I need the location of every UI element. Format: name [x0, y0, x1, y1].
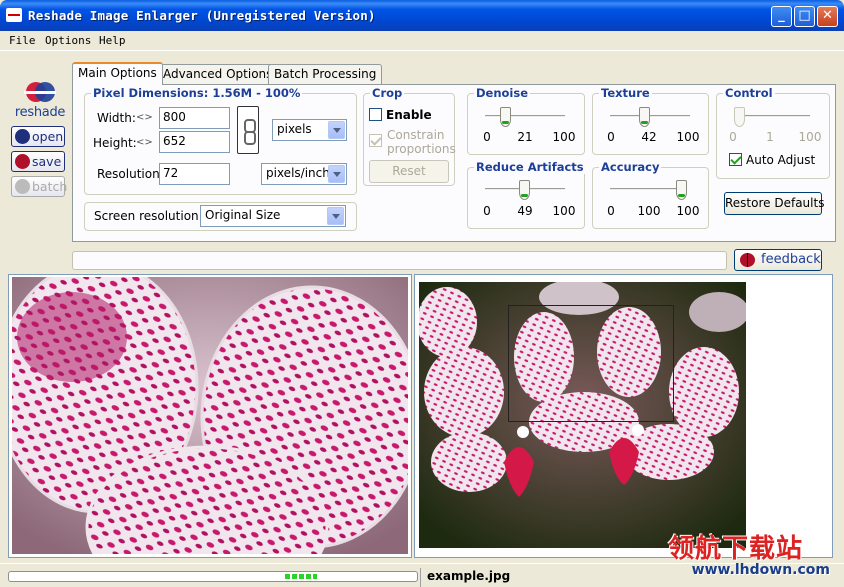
pixel-dimensions-title: Pixel Dimensions: 1.56M - 100%: [91, 86, 303, 100]
auto-adjust-checkbox[interactable]: [729, 153, 742, 166]
ladybug-icon: [740, 253, 755, 267]
accuracy-min: 0: [607, 204, 615, 218]
control-min: 0: [729, 130, 737, 144]
link-chain-icon[interactable]: [237, 106, 259, 154]
site-watermark: 领航下载站 www.lhdown.com: [668, 528, 832, 580]
accuracy-value: 100: [637, 204, 661, 218]
restore-defaults-button[interactable]: Restore Defaults: [724, 192, 824, 215]
control-value: 1: [766, 130, 774, 144]
denoise-title: Denoise: [474, 86, 531, 100]
resolution-unit-value: pixels/inch: [266, 166, 330, 180]
reduce-artifacts-slider[interactable]: [485, 179, 565, 203]
texture-thumb[interactable]: [639, 107, 651, 127]
denoise-max: 100: [552, 130, 576, 144]
feedback-label: feedback: [761, 252, 821, 267]
width-arrows-icon: <>: [136, 112, 153, 123]
resolution-input[interactable]: 72: [159, 163, 230, 185]
accuracy-max: 100: [676, 204, 700, 218]
accuracy-thumb[interactable]: [676, 180, 687, 200]
texture-value: 42: [641, 130, 657, 144]
open-icon: [15, 129, 30, 144]
resolution-unit-select[interactable]: pixels/inch: [261, 163, 347, 185]
height-input[interactable]: 652: [159, 131, 230, 153]
zoomed-orchid-image[interactable]: [12, 277, 408, 554]
tab-batch-processing[interactable]: Batch Processing: [268, 64, 383, 84]
accuracy-title: Accuracy: [599, 160, 662, 174]
denoise-min: 0: [483, 130, 491, 144]
screen-resolution-label: Screen resolution: [94, 209, 199, 223]
maximize-button[interactable]: □: [794, 6, 815, 27]
logo-text: reshade: [14, 105, 66, 120]
pixel-unit-select[interactable]: pixels: [272, 119, 347, 141]
accuracy-slider[interactable]: [610, 179, 687, 203]
chevron-down-icon: [328, 165, 345, 183]
auto-adjust-label: Auto Adjust: [746, 153, 816, 167]
denoise-thumb[interactable]: [499, 107, 511, 127]
denoise-slider[interactable]: [485, 106, 565, 130]
screen-resolution-select[interactable]: Original Size: [200, 205, 346, 227]
reshade-logo-icon: [24, 82, 56, 104]
height-arrows-icon: <>: [136, 137, 153, 148]
tab-main-options[interactable]: Main Options: [72, 62, 163, 85]
progress-indicator: [285, 574, 317, 579]
reduce-artifacts-max: 100: [552, 204, 576, 218]
close-button[interactable]: ✕: [817, 6, 838, 27]
crop-enable-checkbox[interactable]: [369, 108, 382, 121]
constrain-proportions-checkbox[interactable]: [369, 134, 382, 147]
constrain-proportions-label: Constrain proportions: [387, 128, 456, 156]
texture-max: 100: [676, 130, 700, 144]
chevron-down-icon: [327, 207, 344, 225]
texture-slider[interactable]: [610, 106, 690, 130]
height-label: Height:: [93, 136, 137, 150]
status-progress-bar: [8, 571, 418, 582]
title-bar[interactable]: Reshade Image Enlarger (Unregistered Ver…: [0, 0, 844, 31]
feedback-button[interactable]: feedback: [734, 249, 822, 271]
reduce-artifacts-min: 0: [483, 204, 491, 218]
open-label: open: [32, 129, 64, 144]
save-button[interactable]: save: [11, 151, 65, 172]
texture-title: Texture: [599, 86, 652, 100]
menu-bar: File Options Help: [0, 31, 844, 51]
watermark-url: www.lhdown.com: [691, 562, 830, 578]
control-max: 100: [798, 130, 822, 144]
screen-resolution-value: Original Size: [205, 208, 281, 222]
app-icon[interactable]: [6, 8, 22, 22]
progress-bar: [72, 251, 727, 270]
menu-file[interactable]: File: [9, 34, 36, 47]
width-input[interactable]: 800: [159, 107, 230, 129]
control-title: Control: [723, 86, 775, 100]
control-thumb[interactable]: [734, 107, 745, 127]
denoise-track: [485, 115, 565, 118]
save-label: save: [32, 154, 62, 169]
control-slider[interactable]: [734, 106, 810, 130]
reduce-artifacts-value: 49: [517, 204, 533, 218]
batch-button[interactable]: batch: [11, 176, 68, 197]
reshade-logo: reshade: [14, 82, 66, 120]
batch-icon: [15, 179, 30, 194]
minimize-button[interactable]: _: [771, 6, 792, 27]
watermark-main: 领航下载站: [668, 534, 804, 564]
control-track: [734, 115, 810, 118]
crop-enable-label: Enable: [386, 108, 432, 122]
denoise-value: 21: [517, 130, 533, 144]
menu-help[interactable]: Help: [99, 34, 126, 47]
width-label: Width:: [97, 111, 136, 125]
crop-title: Crop: [370, 86, 405, 100]
chevron-down-icon: [328, 121, 345, 139]
open-button[interactable]: open: [11, 126, 65, 147]
reduce-artifacts-title: Reduce Artifacts: [474, 160, 586, 174]
crop-selection-box[interactable]: [508, 305, 674, 422]
batch-label: batch: [32, 179, 68, 194]
crop-reset-button[interactable]: Reset: [369, 160, 449, 183]
texture-min: 0: [607, 130, 615, 144]
menu-options[interactable]: Options: [45, 34, 91, 47]
window-title: Reshade Image Enlarger (Unregistered Ver…: [28, 8, 376, 23]
tab-advanced-options[interactable]: Advanced Options: [157, 64, 279, 84]
save-icon: [15, 154, 30, 169]
reduce-artifacts-thumb[interactable]: [519, 180, 531, 200]
accuracy-track: [610, 188, 686, 191]
resolution-label: Resolution: [97, 167, 160, 181]
pixel-unit-value: pixels: [277, 122, 312, 136]
